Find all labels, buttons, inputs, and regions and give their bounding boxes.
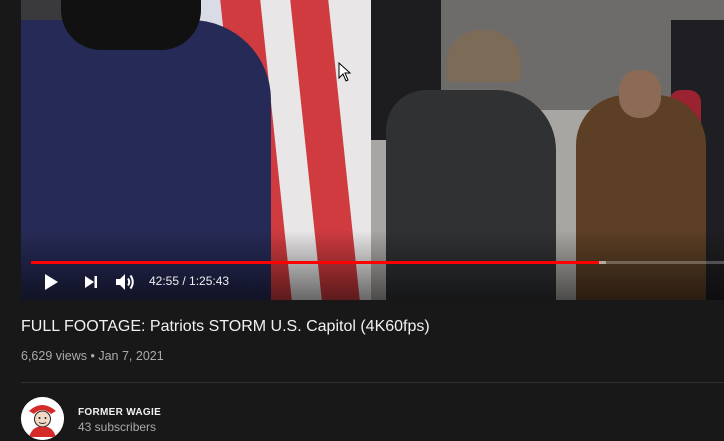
- channel-avatar[interactable]: [21, 397, 64, 440]
- volume-icon: [116, 274, 134, 290]
- time-display: 42:55 / 1:25:43: [149, 274, 229, 288]
- video-frame-head: [61, 0, 201, 50]
- player-controls: 42:55 / 1:25:43: [21, 266, 724, 298]
- volume-button[interactable]: [111, 270, 139, 294]
- divider: [21, 382, 724, 383]
- current-time: 42:55: [149, 274, 180, 288]
- progress-bar[interactable]: [31, 261, 724, 264]
- meta-dot: •: [87, 349, 99, 363]
- video-frame-face: [619, 70, 661, 118]
- left-gutter: [0, 0, 21, 300]
- channel-name[interactable]: FORMER WAGIE: [78, 407, 161, 418]
- next-icon: [85, 276, 97, 288]
- view-count: 6,629 views: [21, 349, 88, 363]
- video-player[interactable]: 42:55 / 1:25:43: [21, 0, 724, 300]
- subscriber-count: 43 subscribers: [78, 420, 157, 434]
- mouse-cursor-icon: [338, 62, 352, 82]
- play-button[interactable]: [37, 270, 65, 294]
- progress-played: [31, 261, 600, 264]
- time-separator: /: [179, 274, 190, 288]
- duration: 1:25:43: [189, 274, 230, 288]
- next-button[interactable]: [77, 270, 105, 294]
- video-meta: 6,629 views • Jan 7, 2021: [21, 349, 164, 363]
- play-icon: [45, 274, 58, 290]
- video-title: FULL FOOTAGE: Patriots STORM U.S. Capito…: [21, 318, 430, 335]
- upload-date: Jan 7, 2021: [98, 349, 164, 363]
- channel-logo-icon: [21, 397, 64, 440]
